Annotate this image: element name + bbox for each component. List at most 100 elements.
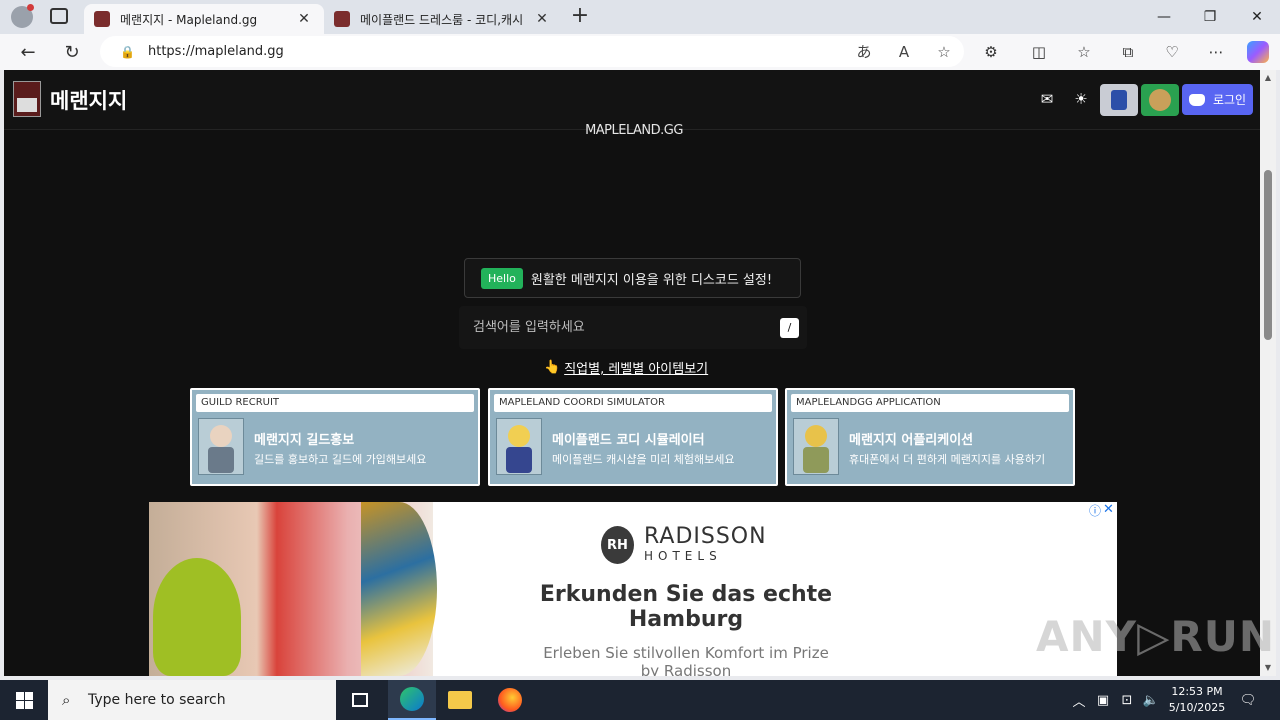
url-text[interactable]: https://mapleland.gg xyxy=(148,44,844,59)
ad-headline: Erkunden Sie das echte Hamburg xyxy=(539,582,833,632)
theme-toggle-icon[interactable]: ☀ xyxy=(1070,90,1092,110)
task-view-icon[interactable] xyxy=(336,680,384,720)
scrollbar-thumb[interactable] xyxy=(1264,170,1272,340)
windows-logo-icon xyxy=(15,691,33,709)
show-hidden-icons-chevron-icon[interactable]: ︿ xyxy=(1068,680,1090,720)
taskbar-clock[interactable]: 12:53 PM 5/10/2025 xyxy=(1162,684,1232,716)
favorites-icon[interactable]: ☆ xyxy=(1066,38,1102,66)
favorite-star-icon[interactable]: ☆ xyxy=(924,43,964,61)
copilot-icon[interactable] xyxy=(1240,38,1276,66)
book-item-button[interactable] xyxy=(1100,84,1138,116)
card-description: 메이플랜드 캐시샵을 미리 체험해보세요 xyxy=(552,453,735,466)
taskbar-search-box[interactable]: ⌕ Type here to search xyxy=(48,680,336,720)
scroll-up-arrow-icon[interactable]: ▲ xyxy=(1260,70,1276,86)
mail-icon[interactable]: ✉ xyxy=(1036,90,1058,110)
tab-actions-icon[interactable] xyxy=(50,8,68,24)
refresh-icon[interactable]: ↻ xyxy=(57,38,87,66)
ad-brand: RH RADISSON HOTELS xyxy=(601,526,767,564)
scroll-down-arrow-icon[interactable]: ▼ xyxy=(1260,660,1276,676)
mapleland-favicon xyxy=(94,11,110,27)
profile-avatar[interactable] xyxy=(11,4,34,28)
browser-essentials-icon[interactable]: ♡ xyxy=(1154,38,1190,66)
tab-dressroom[interactable]: 메이플랜드 드레스룸 - 코디,캐시 ✕ xyxy=(324,4,562,34)
search-input[interactable] xyxy=(459,306,807,349)
card-tag: MAPLELANDGG APPLICATION xyxy=(791,394,1069,412)
search-icon: ⌕ xyxy=(62,691,71,709)
dressroom-favicon xyxy=(334,11,350,27)
guild-recruit-card[interactable]: GUILD RECRUIT 메랜지지 길드홍보 길드를 홍보하고 길드에 가입해… xyxy=(190,388,480,486)
hello-badge: Hello xyxy=(481,267,523,289)
page-scrollbar[interactable]: ▲ ▼ xyxy=(1260,70,1276,676)
radisson-logo-icon: RH xyxy=(601,526,634,564)
anyrun-watermark: ANY▷RUN xyxy=(1036,612,1275,661)
card-title: 메랜지지 길드홍보 xyxy=(254,433,355,448)
old-man-npc-icon xyxy=(198,418,244,475)
meso-bag-button[interactable] xyxy=(1141,84,1179,116)
ad-hotel-photo xyxy=(149,502,437,676)
ad-green-chair xyxy=(153,558,241,676)
minimize-button[interactable]: — xyxy=(1141,0,1187,34)
tab-title: 메랜지지 - Mapleland.gg xyxy=(120,12,258,27)
jobs-level-items-link[interactable]: 👆 직업별, 레벨별 아이템보기 xyxy=(544,358,724,377)
new-tab-button[interactable]: + xyxy=(567,3,593,29)
ad-brand-line1: RADISSON xyxy=(644,524,767,549)
clock-time: 12:53 PM xyxy=(1171,685,1223,698)
edge-taskbar-icon[interactable] xyxy=(388,680,436,720)
meso-bag-icon xyxy=(1149,89,1171,111)
site-logo-icon[interactable] xyxy=(13,81,41,117)
address-bar[interactable]: 🔒 https://mapleland.gg あ A ☆ xyxy=(100,36,964,67)
tab-title: 메이플랜드 드레스룸 - 코디,캐시 xyxy=(360,12,524,27)
notifications-icon[interactable]: 🗨 xyxy=(1236,680,1260,720)
site-logo-text[interactable]: 메랜지지 xyxy=(50,85,127,115)
search-shortcut-key: / xyxy=(780,318,799,338)
clock-date: 5/10/2025 xyxy=(1168,701,1226,714)
ad-subline: Erleben Sie stilvollen Komfort im Prize … xyxy=(543,644,829,676)
firefox-taskbar-icon[interactable] xyxy=(486,680,534,720)
file-explorer-icon[interactable] xyxy=(436,680,484,720)
windows-taskbar: ⌕ Type here to search ︿ ▣ ⊡ 🔈 12:53 PM 5… xyxy=(0,680,1280,720)
ad-art-wave xyxy=(361,502,437,676)
card-description: 휴대폰에서 더 편하게 메랜지지를 사용하기 xyxy=(849,453,1046,466)
web-page: 메랜지지 ✉ ☀ 로그인 MAPLELAND.GG Hello 원활한 메랜지지… xyxy=(4,70,1260,676)
discord-login-button[interactable]: 로그인 xyxy=(1182,84,1253,115)
network-icon[interactable]: ⊡ xyxy=(1116,680,1138,720)
start-button[interactable] xyxy=(0,680,48,720)
browser-toolbar: ← ↻ 🔒 https://mapleland.gg あ A ☆ ⚙ ◫ ☆ ⧉… xyxy=(0,34,1280,70)
close-window-button[interactable]: ✕ xyxy=(1234,0,1280,34)
book-icon xyxy=(1111,90,1127,110)
search-box[interactable]: / xyxy=(459,306,807,349)
card-tag: GUILD RECRUIT xyxy=(196,394,474,412)
close-tab-icon[interactable]: ✕ xyxy=(294,11,314,27)
ad-info-icon[interactable]: ⓘ xyxy=(1089,502,1101,519)
login-label: 로그인 xyxy=(1212,93,1247,107)
card-tag: MAPLELAND COORDI SIMULATOR xyxy=(494,394,772,412)
close-tab-icon[interactable]: ✕ xyxy=(532,11,552,27)
ad-close-icon[interactable]: ✕ xyxy=(1103,502,1114,517)
blonde-girl-npc-icon xyxy=(496,418,542,475)
discord-setup-notice[interactable]: Hello 원활한 메랜지지 이용을 위한 디스코드 설정! xyxy=(464,258,801,298)
device-icon[interactable]: ▣ xyxy=(1092,680,1114,720)
card-description: 길드를 홍보하고 길드에 가입해보세요 xyxy=(254,453,427,466)
read-aloud-icon[interactable]: A xyxy=(884,43,924,61)
card-title: 메랜지지 어플리케이션 xyxy=(849,433,974,448)
advertisement-banner[interactable]: RH RADISSON HOTELS Erkunden Sie das echt… xyxy=(149,502,1117,676)
restore-button[interactable]: ❐ xyxy=(1187,0,1233,34)
collections-icon[interactable]: ⧉ xyxy=(1110,38,1146,66)
coordi-simulator-card[interactable]: MAPLELAND COORDI SIMULATOR 메이플랜드 코디 시뮬레이… xyxy=(488,388,778,486)
brand-name-text: MAPLELAND.GG xyxy=(585,123,683,138)
discord-icon xyxy=(1188,93,1205,106)
back-icon[interactable]: ← xyxy=(13,38,43,66)
jobs-link-text[interactable]: 직업별, 레벨별 아이템보기 xyxy=(564,358,708,377)
notification-dot xyxy=(27,4,34,11)
translate-icon[interactable]: あ xyxy=(844,41,884,62)
extensions-icon[interactable]: ⚙ xyxy=(973,38,1009,66)
split-screen-icon[interactable]: ◫ xyxy=(1021,38,1057,66)
lock-icon: 🔒 xyxy=(120,44,135,59)
notice-text: 원활한 메랜지지 이용을 위한 디스코드 설정! xyxy=(530,272,773,288)
volume-icon[interactable]: 🔈 xyxy=(1140,680,1162,720)
pointing-hand-icon: 👆 xyxy=(544,360,561,375)
headset-npc-icon xyxy=(793,418,839,475)
tab-mapleland[interactable]: 메랜지지 - Mapleland.gg ✕ xyxy=(84,4,324,34)
more-menu-icon[interactable]: ⋯ xyxy=(1198,38,1234,66)
application-card[interactable]: MAPLELANDGG APPLICATION 메랜지지 어플리케이션 휴대폰에… xyxy=(785,388,1075,486)
